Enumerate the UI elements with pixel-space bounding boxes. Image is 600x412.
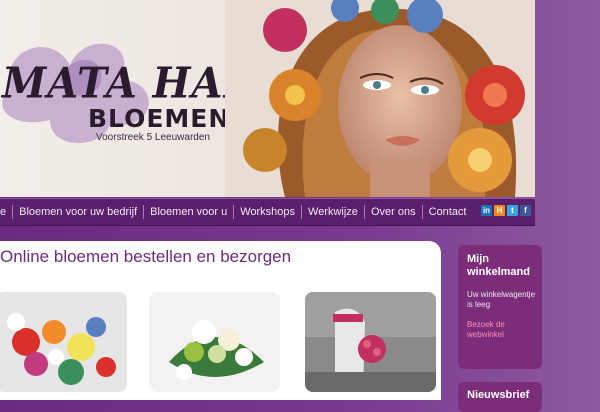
- brand-address: Voorstreek 5 Leeuwarden: [96, 132, 210, 143]
- nav-item-werkwijze[interactable]: Werkwijze: [302, 206, 364, 218]
- hero-image: [225, 0, 535, 197]
- visit-shop-link[interactable]: Bezoek de webwinkel: [467, 320, 541, 340]
- bouquet-image[interactable]: [305, 292, 436, 392]
- nav-item-business[interactable]: Bloemen voor uw bedrijf: [13, 206, 143, 218]
- cart-widget: Mijn winkelmand Uw winkelwagentje is lee…: [458, 245, 542, 369]
- nav-item-workshops[interactable]: Workshops: [234, 206, 301, 218]
- page: MATA HARI BLOEMEN Voorstreek 5 Leeuwarde…: [0, 0, 600, 412]
- nav-item-about[interactable]: Over ons: [365, 206, 422, 218]
- cart-empty-text: Uw winkelwagentje is leeg: [467, 290, 536, 309]
- main-nav: e Bloemen voor uw bedrijf Bloemen voor u…: [0, 198, 535, 226]
- bouquet-image[interactable]: [149, 292, 280, 392]
- nav-item-personal[interactable]: Bloemen voor u: [144, 206, 233, 218]
- brand-subtitle: BLOEMEN: [88, 104, 231, 133]
- newsletter-title: Nieuwsbrief: [467, 389, 530, 401]
- newsletter-widget: Nieuwsbrief: [458, 382, 542, 412]
- nav-item-contact[interactable]: Contact: [423, 206, 473, 218]
- linkedin-icon[interactable]: in: [481, 205, 492, 216]
- cart-title: Mijn winkelmand: [467, 253, 530, 278]
- nav-divider: [12, 205, 14, 219]
- header: MATA HARI BLOEMEN Voorstreek 5 Leeuwarde…: [0, 0, 535, 197]
- hyves-icon[interactable]: H: [494, 205, 505, 216]
- twitter-icon[interactable]: t: [507, 205, 518, 216]
- nav-divider: [143, 205, 145, 219]
- nav-divider: [301, 205, 303, 219]
- nav-divider: [233, 205, 235, 219]
- nav-item-home[interactable]: e: [0, 206, 12, 218]
- main-content: Online bloemen bestellen en bezorgen: [0, 241, 441, 400]
- social-links: in H t f: [481, 205, 531, 216]
- nav-divider: [363, 205, 365, 219]
- nav-divider: [421, 205, 423, 219]
- page-title: Online bloemen bestellen en bezorgen: [0, 247, 292, 266]
- bouquet-image[interactable]: [0, 292, 127, 392]
- facebook-icon[interactable]: f: [520, 205, 531, 216]
